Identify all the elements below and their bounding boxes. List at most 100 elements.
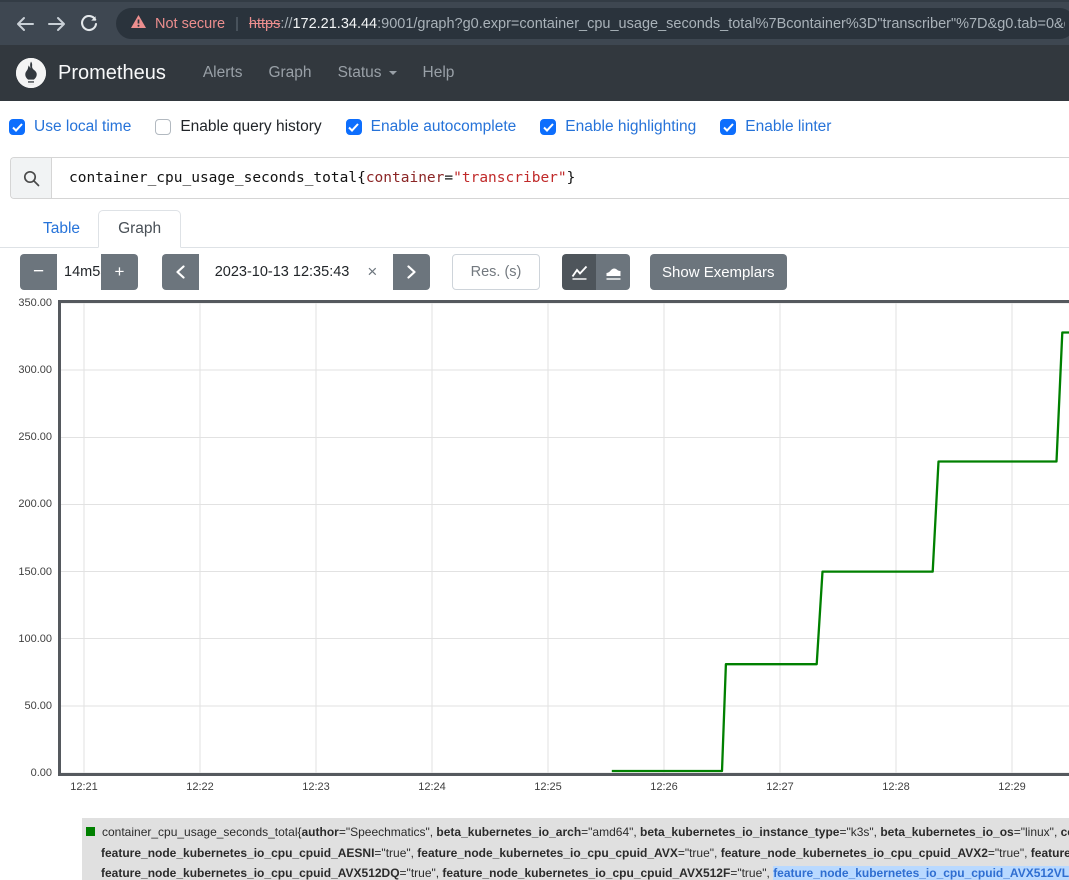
y-tick-label: 100.00 (0, 633, 52, 645)
security-warning: Not secure (155, 16, 225, 32)
legend-label-value: ="k3s", (839, 825, 880, 839)
legend-label-name: feature (1031, 846, 1069, 860)
legend-label-value: ="Speechmatics", (339, 825, 437, 839)
y-tick-label: 350.00 (0, 297, 52, 309)
nav-item-alerts[interactable]: Alerts (203, 64, 243, 82)
url-host: 172.21.34.44 (292, 16, 377, 32)
checkbox-icon[interactable] (155, 119, 171, 135)
datetime-input[interactable]: 2023-10-13 12:35:43 × (199, 254, 393, 290)
legend-label-name: beta_kubernetes_io_os (880, 825, 1013, 839)
chevron-down-icon (389, 71, 397, 79)
back-icon[interactable] (12, 11, 38, 37)
x-tick-label: 12:28 (874, 781, 918, 793)
app-title[interactable]: Prometheus (58, 62, 166, 85)
x-tick-label: 12:24 (410, 781, 454, 793)
time-forward-button[interactable] (393, 254, 430, 290)
query-options-row: Use local time Enable query history Enab… (9, 115, 1069, 139)
browser-toolbar: Not secure | https://172.21.34.44:9001/g… (0, 0, 1069, 45)
x-tick-label: 12:25 (526, 781, 570, 793)
legend-label-value: ="true", (400, 866, 443, 880)
query-token: } (567, 170, 576, 186)
legend-label-value: ="amd64", (581, 825, 640, 839)
legend-label-value: ="true", (988, 846, 1031, 860)
chart-type-toggle (562, 254, 630, 290)
option-enable-highlighting[interactable]: Enable highlighting (540, 118, 696, 136)
legend-label-name: feature_node_kubernetes_io_cpu_cpuid_AES… (101, 846, 374, 860)
query-text: container_cpu_usage_seconds_total{contai… (69, 170, 575, 186)
duration-input[interactable]: 14m53s (57, 254, 101, 290)
legend-label-name: co (1061, 825, 1069, 839)
show-exemplars-button[interactable]: Show Exemplars (650, 254, 787, 290)
query-token: container (366, 170, 445, 186)
graph-svg (61, 303, 1069, 773)
legend-item[interactable]: container_cpu_usage_seconds_total{author… (82, 818, 1069, 880)
line-chart-toggle-button[interactable] (562, 254, 596, 290)
url-path: :9001/graph?g0.expr=container_cpu_usage_… (377, 16, 1065, 32)
graph-canvas[interactable] (58, 300, 1069, 776)
query-token: container_cpu_usage_seconds_total (69, 170, 357, 186)
query-token: { (357, 170, 366, 186)
search-icon (11, 158, 52, 198)
checkbox-icon[interactable] (346, 119, 362, 135)
nav-item-graph[interactable]: Graph (268, 64, 311, 82)
x-tick-label: 12:27 (758, 781, 802, 793)
url-scheme: https (249, 16, 280, 32)
checkbox-icon[interactable] (9, 119, 25, 135)
query-token: "transcriber" (453, 170, 567, 186)
url-text: https://172.21.34.44:9001/graph?g0.expr=… (249, 16, 1065, 32)
datetime-picker: 2023-10-13 12:35:43 × (162, 254, 430, 290)
reload-icon[interactable] (76, 11, 102, 37)
legend-line: feature_node_kubernetes_io_cpu_cpuid_AVX… (86, 863, 1069, 880)
tab-graph[interactable]: Graph (98, 210, 181, 248)
legend-label-name: feature_node_kubernetes_io_cpu_cpuid_AVX… (773, 866, 1069, 880)
panel-tabs: Table Graph (0, 207, 1069, 248)
legend-line: container_cpu_usage_seconds_total{author… (86, 822, 1069, 843)
option-enable-linter[interactable]: Enable linter (720, 118, 831, 136)
query-token: = (444, 170, 453, 186)
y-tick-label: 250.00 (0, 431, 52, 443)
legend-label-name: feature_node_kubernetes_io_cpu_cpuid_AVX (417, 846, 678, 860)
option-enable-autocomplete[interactable]: Enable autocomplete (346, 118, 517, 136)
forward-icon[interactable] (44, 11, 70, 37)
series-line (612, 333, 1069, 772)
x-tick-label: 12:29 (990, 781, 1034, 793)
x-tick-label: 12:21 (62, 781, 106, 793)
option-use-local-time[interactable]: Use local time (9, 118, 131, 136)
legend-label-name: beta_kubernetes_io_instance_type (640, 825, 839, 839)
legend-label-name: feature_node_kubernetes_io_cpu_cpuid_AVX… (721, 846, 988, 860)
y-tick-label: 300.00 (0, 364, 52, 376)
url-bar[interactable]: Not secure | https://172.21.34.44:9001/g… (116, 8, 1069, 39)
duration-stepper: − 14m53s + (20, 254, 138, 290)
clear-datetime-icon[interactable]: × (367, 262, 377, 282)
checkbox-icon[interactable] (720, 119, 736, 135)
legend-label-value: container_cpu_usage_seconds_total{ (102, 825, 302, 839)
legend-label-name: author (302, 825, 339, 839)
x-tick-label: 12:26 (642, 781, 686, 793)
stacked-chart-toggle-button[interactable] (596, 254, 630, 290)
legend-label-name: feature_node_kubernetes_io_cpu_cpuid_AVX… (101, 866, 400, 880)
legend-label-name: feature_node_kubernetes_io_cpu_cpuid_AVX… (442, 866, 730, 880)
nav-item-status[interactable]: Status (338, 64, 397, 82)
legend-label-value: ="true", (374, 846, 417, 860)
y-tick-label: 200.00 (0, 498, 52, 510)
y-tick-label: 0.00 (0, 767, 52, 779)
option-enable-query-history[interactable]: Enable query history (155, 118, 321, 136)
time-back-button[interactable] (162, 254, 199, 290)
x-tick-label: 12:23 (294, 781, 338, 793)
legend-label-value: ="true", (678, 846, 721, 860)
resolution-input[interactable]: Res. (s) (452, 254, 540, 290)
tab-table[interactable]: Table (25, 211, 98, 247)
chart-section: 0.0050.00100.00150.00200.00250.00300.003… (0, 300, 1069, 880)
legend-line: feature_node_kubernetes_io_cpu_cpuid_AES… (86, 843, 1069, 864)
duration-decrease-button[interactable]: − (20, 254, 57, 290)
legend-label-value: ="true", (730, 866, 773, 880)
graph-controls: − 14m53s + 2023-10-13 12:35:43 × Res. (s… (0, 248, 1069, 300)
checkbox-icon[interactable] (540, 119, 556, 135)
y-tick-label: 50.00 (0, 700, 52, 712)
nav-item-help[interactable]: Help (423, 64, 455, 82)
prometheus-navbar: Prometheus Alerts Graph Status Help (0, 45, 1069, 101)
query-expression-input[interactable]: container_cpu_usage_seconds_total{contai… (52, 158, 1069, 198)
duration-increase-button[interactable]: + (101, 254, 138, 290)
prometheus-logo[interactable] (16, 58, 46, 88)
warning-triangle-icon (130, 14, 147, 33)
